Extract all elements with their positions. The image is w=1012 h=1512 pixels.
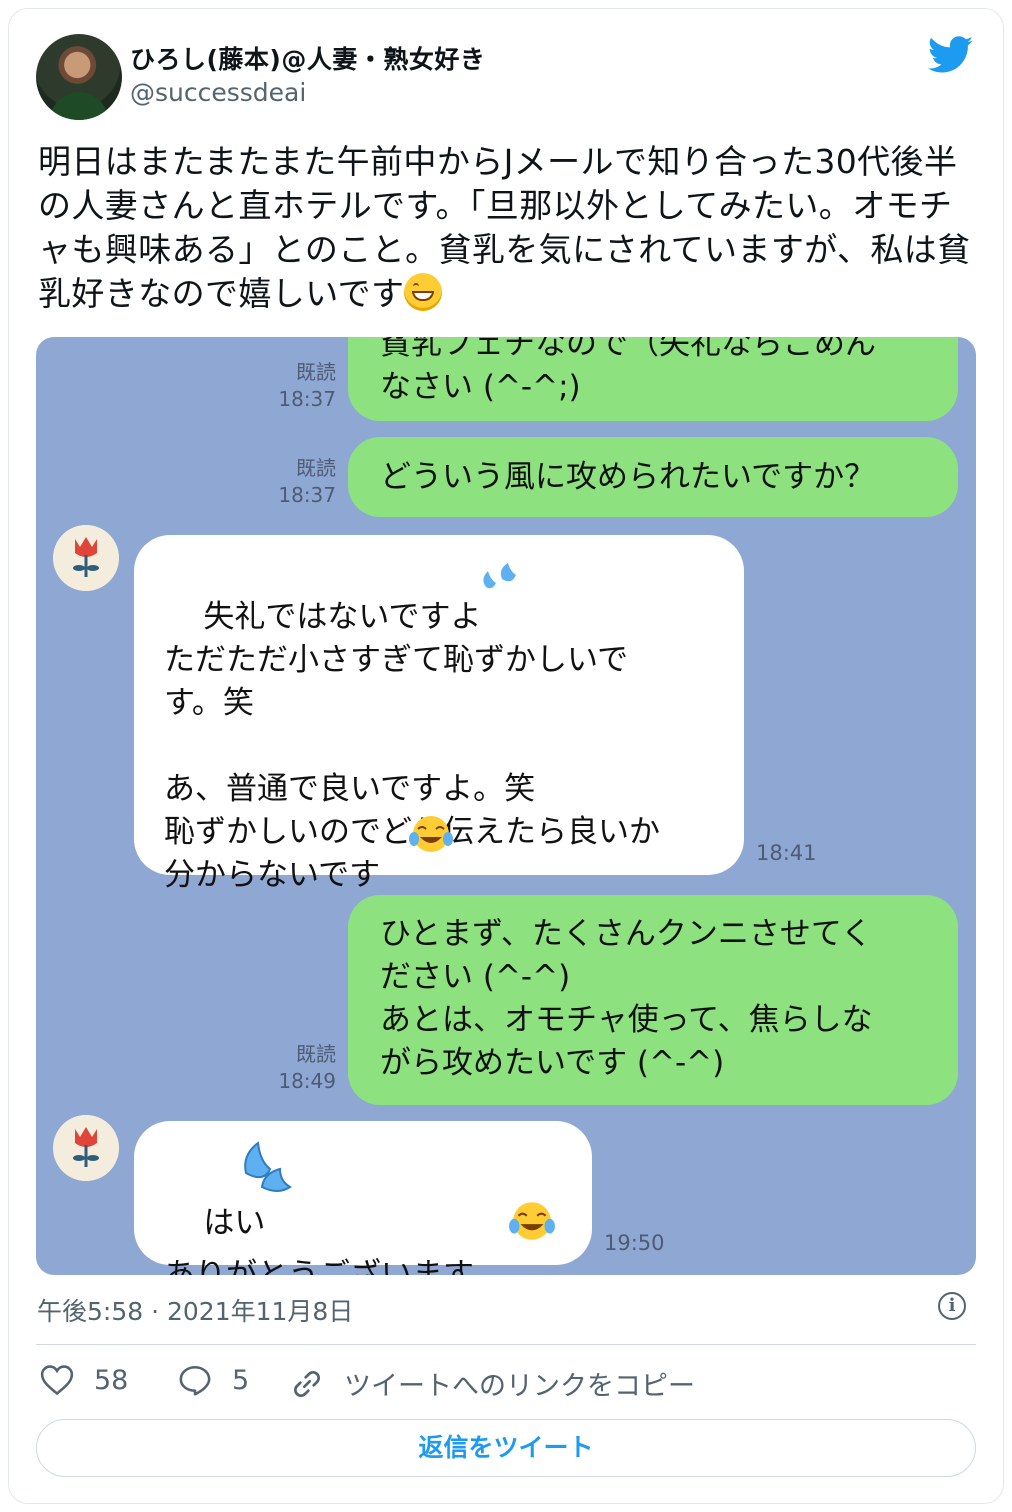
read-receipt: 既読 18:37 xyxy=(266,359,336,413)
chat-message-sent: どういう風に攻められたいですか？ xyxy=(348,437,958,517)
chat-message-received: はい ありがとうございます xyxy=(134,1121,592,1275)
read-receipt: 既読 18:49 xyxy=(266,1041,336,1095)
like-count: 58 xyxy=(94,1364,129,1396)
speech-bubble-icon xyxy=(179,1365,211,1396)
grinning-face-icon xyxy=(404,273,443,311)
tweet-timestamp[interactable]: 午後5:58 · 2021年11月8日 xyxy=(37,1292,353,1328)
tweet-body: 明日はまたまたまた午前中からJメールで知り合った30代後半の人妻さんと直ホテルで… xyxy=(38,142,971,313)
tweet-text: 明日はまたまたまた午前中からJメールで知り合った30代後半の人妻さんと直ホテルで… xyxy=(38,140,978,316)
display-name[interactable]: ひろし(藤本)@人妻・熟女好き xyxy=(130,40,485,76)
message-time: 18:41 xyxy=(756,841,817,865)
reply-count-button[interactable]: 5 xyxy=(178,1364,249,1396)
droplet-icon xyxy=(244,1141,292,1192)
chat-message-sent: 貧乳フェチなので（失礼ならごめん なさい (^-^;) xyxy=(348,337,958,421)
copy-link-label: ツイートへのリンクをコピー xyxy=(344,1371,695,1402)
read-label: 既読 xyxy=(296,360,336,384)
divider xyxy=(36,1344,976,1345)
chat-screenshot: 貧乳フェチなので（失礼ならごめん なさい (^-^;) 既読 18:37 どうい… xyxy=(36,337,976,1275)
flower-avatar-icon[interactable] xyxy=(53,525,119,591)
read-label: 既読 xyxy=(296,1042,336,1066)
message-time: 18:37 xyxy=(278,483,336,507)
chat-message-text: はい ありがとうございます xyxy=(164,1205,474,1275)
reply-tweet-button[interactable]: 返信をツイート xyxy=(36,1419,976,1477)
chat-message-sent: ひとまず、たくさんクンニさせてく ださい (^-^) あとは、オモチャ使って、焦… xyxy=(348,895,958,1105)
user-handle[interactable]: @successdeai xyxy=(130,78,306,107)
read-receipt: 既読 18:37 xyxy=(266,455,336,509)
sweat-drops-icon xyxy=(483,563,516,589)
message-time: 18:49 xyxy=(278,1069,336,1093)
link-icon xyxy=(294,1370,320,1397)
like-button[interactable]: 58 xyxy=(40,1364,128,1396)
info-icon[interactable]: i xyxy=(938,1292,966,1320)
heart-icon xyxy=(40,1365,74,1396)
message-time: 18:37 xyxy=(278,387,336,411)
message-time: 19:50 xyxy=(604,1231,665,1255)
tears-of-joy-icon xyxy=(509,1202,555,1240)
tears-of-joy-icon xyxy=(409,816,453,852)
reply-count: 5 xyxy=(232,1364,250,1396)
twitter-bird-icon[interactable] xyxy=(928,36,974,74)
user-avatar[interactable] xyxy=(36,34,122,120)
read-label: 既読 xyxy=(296,456,336,480)
copy-link-button[interactable]: ツイートへのリンクをコピー xyxy=(290,1364,695,1403)
flower-avatar-icon[interactable] xyxy=(53,1115,119,1181)
